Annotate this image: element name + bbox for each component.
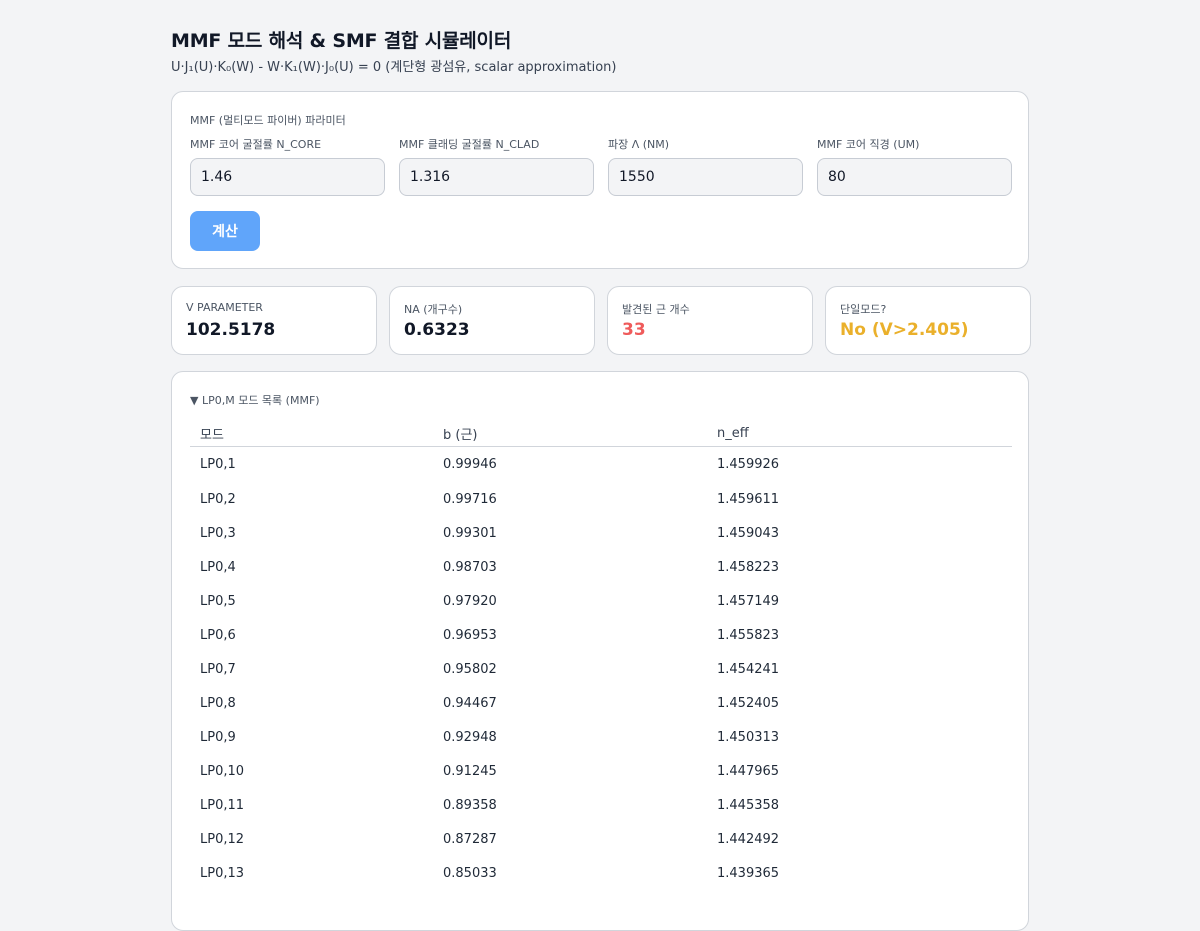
n-clad-field: MMF 클래딩 굴절률 N_CLAD xyxy=(399,138,594,196)
core-diameter-input[interactable] xyxy=(817,158,1012,196)
mode-cell: LP0,5 xyxy=(200,593,236,609)
n-eff-cell: 1.457149 xyxy=(717,593,780,609)
stat-card-na: NA (개구수) 0.6323 xyxy=(389,286,595,355)
mode-cell: LP0,4 xyxy=(200,559,236,575)
table-row: LP0,9 0.92948 1.450313 xyxy=(190,720,1012,754)
mode-cell: LP0,6 xyxy=(200,627,236,643)
b-cell: 0.96953 xyxy=(443,627,497,643)
core-diameter-field: MMF 코어 직경 (UM) xyxy=(817,138,1012,196)
mode-cell: LP0,1 xyxy=(200,457,236,472)
page-subtitle: U·J₁(U)·K₀(W) - W·K₁(W)·J₀(U) = 0 (계단형 광… xyxy=(171,60,617,75)
page-title: MMF 모드 해석 & SMF 결합 시뮬레이터 xyxy=(171,30,512,52)
b-cell: 0.95802 xyxy=(443,661,497,677)
b-cell: 0.99301 xyxy=(443,525,497,541)
modes-table-body: LP0,1 0.99946 1.459926 LP0,2 0.99716 1.459611… xyxy=(190,447,1012,891)
n-eff-cell: 1.459926 xyxy=(717,457,780,472)
mode-cell: LP0,2 xyxy=(200,491,236,507)
table-row: LP0,11 0.89358 1.445358 xyxy=(190,788,1012,822)
stat-value: 33 xyxy=(622,320,646,340)
b-cell: 0.89358 xyxy=(443,797,497,813)
n-eff-cell: 1.445358 xyxy=(717,797,780,813)
n-eff-cell: 1.458223 xyxy=(717,559,780,575)
stat-card-roots-found: 발견된 근 개수 33 xyxy=(607,286,813,355)
table-row: LP0,5 0.97920 1.457149 xyxy=(190,584,1012,618)
stat-label: 발견된 근 개수 xyxy=(622,303,690,316)
column-header-n-eff: n_eff xyxy=(707,420,1012,447)
table-row: LP0,1 0.99946 1.459926 xyxy=(190,447,1012,483)
core-diameter-label: MMF 코어 직경 (UM) xyxy=(817,138,920,151)
stat-card-v-parameter: V PARAMETER 102.5178 xyxy=(171,286,377,355)
table-row: LP0,4 0.98703 1.458223 xyxy=(190,550,1012,584)
mode-cell: LP0,12 xyxy=(200,831,245,847)
n-eff-cell: 1.455823 xyxy=(717,627,780,643)
table-row: LP0,7 0.95802 1.454241 xyxy=(190,652,1012,686)
table-row: LP0,3 0.99301 1.459043 xyxy=(190,516,1012,550)
table-row: LP0,13 0.85033 1.439365 xyxy=(190,856,1012,890)
modes-table: 모드 b (근) n_eff LP0,1 0.99946 1.459926 LP0,2… xyxy=(190,420,1012,890)
stat-label: 단일모드? xyxy=(840,303,887,316)
mode-cell: LP0,3 xyxy=(200,525,236,541)
wavelength-input[interactable] xyxy=(608,158,803,196)
mode-cell: LP0,13 xyxy=(200,865,245,881)
stat-value: 0.6323 xyxy=(404,320,470,340)
params-section-title: MMF (멀티모드 파이버) 파라미터 xyxy=(190,114,346,127)
n-eff-cell: 1.459043 xyxy=(717,525,780,541)
table-row: LP0,2 0.99716 1.459611 xyxy=(190,482,1012,516)
table-row: LP0,12 0.87287 1.442492 xyxy=(190,822,1012,856)
stat-value: 102.5178 xyxy=(186,320,276,340)
n-eff-cell: 1.450313 xyxy=(717,729,780,745)
wavelength-field: 파장 Λ (NM) xyxy=(608,138,803,196)
stat-value: No (V>2.405) xyxy=(840,320,969,340)
n-core-input[interactable] xyxy=(190,158,385,196)
mode-cell: LP0,9 xyxy=(200,729,236,745)
modes-toggle[interactable]: ▼ LP0,M 모드 목록 (MMF) xyxy=(190,392,320,408)
mode-cell: LP0,11 xyxy=(200,797,245,813)
table-row: LP0,6 0.96953 1.455823 xyxy=(190,618,1012,652)
b-cell: 0.92948 xyxy=(443,729,497,745)
n-eff-cell: 1.454241 xyxy=(717,661,780,677)
b-cell: 0.87287 xyxy=(443,831,497,847)
stat-label: V PARAMETER xyxy=(186,301,263,314)
b-cell: 0.85033 xyxy=(443,865,497,881)
b-cell: 0.97920 xyxy=(443,593,497,609)
table-header-row: 모드 b (근) n_eff xyxy=(190,420,1012,447)
modes-card: ▼ LP0,M 모드 목록 (MMF) 모드 b (근) n_eff LP0,1… xyxy=(171,371,1029,931)
wavelength-label: 파장 Λ (NM) xyxy=(608,138,670,151)
n-core-field: MMF 코어 굴절률 N_CORE xyxy=(190,138,385,196)
mode-cell: LP0,8 xyxy=(200,695,236,711)
b-cell: 0.98703 xyxy=(443,559,497,575)
n-eff-cell: 1.452405 xyxy=(717,695,780,711)
n-clad-input[interactable] xyxy=(399,158,594,196)
stat-card-single-mode: 단일모드? No (V>2.405) xyxy=(825,286,1031,355)
calculate-button[interactable]: 계산 xyxy=(190,211,260,251)
n-eff-cell: 1.439365 xyxy=(717,865,780,881)
mode-cell: LP0,7 xyxy=(200,661,236,677)
n-eff-cell: 1.442492 xyxy=(717,831,780,847)
n-eff-cell: 1.459611 xyxy=(717,491,780,507)
b-cell: 0.94467 xyxy=(443,695,497,711)
n-clad-label: MMF 클래딩 굴절률 N_CLAD xyxy=(399,138,540,151)
n-core-label: MMF 코어 굴절률 N_CORE xyxy=(190,138,322,151)
b-cell: 0.91245 xyxy=(443,763,497,779)
stat-label: NA (개구수) xyxy=(404,303,463,316)
params-card: MMF (멀티모드 파이버) 파라미터 MMF 코어 굴절률 N_CORE MM… xyxy=(171,91,1029,269)
column-header-b: b (근) xyxy=(433,420,707,447)
b-cell: 0.99946 xyxy=(443,457,497,472)
table-row: LP0,8 0.94467 1.452405 xyxy=(190,686,1012,720)
mode-cell: LP0,10 xyxy=(200,763,245,779)
table-row: LP0,10 0.91245 1.447965 xyxy=(190,754,1012,788)
n-eff-cell: 1.447965 xyxy=(717,763,780,779)
b-cell: 0.99716 xyxy=(443,491,497,507)
column-header-mode: 모드 xyxy=(190,420,433,447)
